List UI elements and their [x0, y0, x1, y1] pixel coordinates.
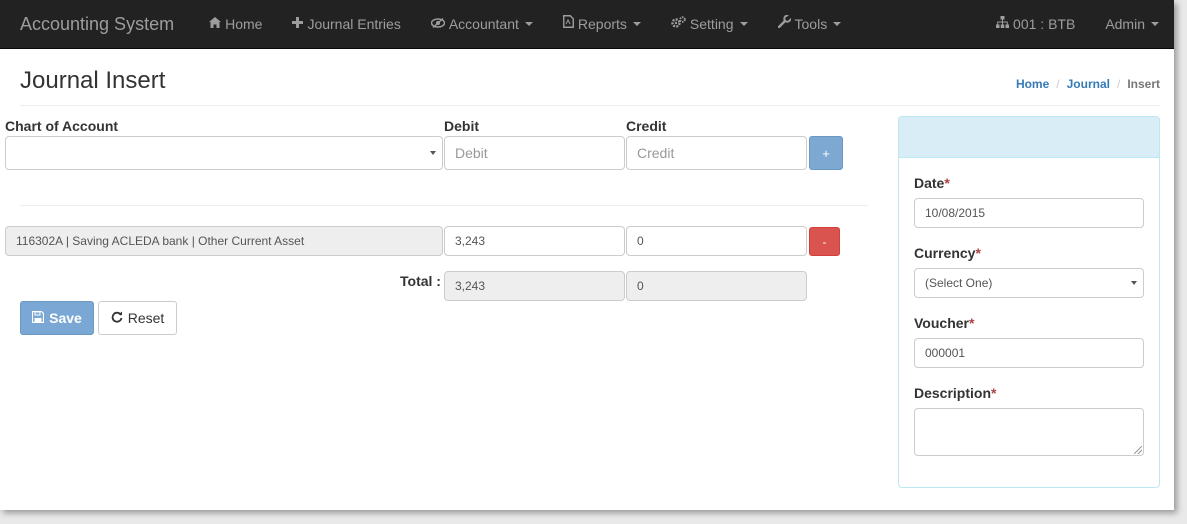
refresh-icon [111, 310, 123, 326]
entry-account-field: 116302A | Saving ACLEDA bank | Other Cur… [5, 226, 443, 256]
nav-setting-label: Setting [689, 15, 734, 32]
caret-down-icon [1151, 22, 1159, 26]
nav-journal-entries[interactable]: Journal Entries [277, 0, 415, 49]
currency-select[interactable]: (Select One) [914, 268, 1144, 298]
credit-label: Credit [626, 118, 667, 134]
entry-credit-field[interactable]: 0 [626, 226, 807, 256]
app-window: Accounting System Home Journal Entries A… [0, 0, 1174, 510]
breadcrumb-current: Insert [1127, 77, 1160, 91]
nav-accountant[interactable]: Accountant [416, 0, 548, 49]
home-icon [209, 0, 222, 49]
entry-debit-field[interactable]: 3,243 [444, 226, 625, 256]
wrench-icon [777, 0, 792, 49]
nav-branch-label: 001 : BTB [1013, 15, 1076, 32]
nav-reports-label: Reports [577, 15, 627, 32]
form-divider [20, 205, 868, 206]
debit-input[interactable]: Debit [444, 136, 625, 170]
nav-accountant-label: Accountant [448, 15, 519, 32]
nav-home-label: Home [225, 15, 263, 32]
debit-label: Debit [444, 118, 479, 134]
credit-input[interactable]: Credit [626, 136, 807, 170]
description-label: Description* [914, 385, 997, 401]
credit-placeholder: Credit [637, 145, 675, 161]
description-textarea[interactable] [914, 408, 1144, 456]
required-mark: * [968, 315, 975, 331]
breadcrumb-home[interactable]: Home [1016, 77, 1049, 91]
caret-down-icon [524, 22, 533, 26]
nav-reports[interactable]: Reports [548, 0, 656, 49]
total-credit-field: 0 [626, 271, 807, 301]
resize-handle-icon[interactable] [1134, 446, 1142, 454]
save-button-label: Save [49, 310, 82, 326]
nav-user-label: Admin [1105, 15, 1145, 32]
plus-icon [292, 0, 304, 49]
remove-entry-button[interactable]: - [809, 227, 840, 256]
required-mark: * [975, 245, 981, 261]
nav-branch[interactable]: 001 : BTB [981, 0, 1090, 49]
debit-placeholder: Debit [455, 145, 488, 161]
brand-title[interactable]: Accounting System [0, 0, 194, 49]
currency-label: Currency* [914, 245, 981, 261]
floppy-disk-icon [32, 310, 45, 326]
breadcrumb: Home / Journal / Insert [1015, 77, 1160, 91]
currency-select-value: (Select One) [925, 276, 993, 290]
caret-down-icon [632, 22, 641, 26]
date-input[interactable]: 10/08/2015 [914, 198, 1144, 228]
account-label: Chart of Account [5, 118, 119, 134]
nav-user-menu[interactable]: Admin [1090, 0, 1174, 49]
page-title: Journal Insert [20, 67, 166, 94]
nav-tools-label: Tools [794, 15, 828, 32]
total-label: Total : [400, 273, 441, 289]
caret-down-icon [739, 22, 748, 26]
sitemap-icon [996, 0, 1010, 49]
header-divider [20, 105, 1160, 106]
voucher-label: Voucher* [914, 315, 975, 331]
date-label: Date* [914, 175, 950, 191]
total-debit-field: 3,243 [444, 271, 625, 301]
add-entry-button[interactable]: + [809, 136, 843, 170]
panel-heading [899, 117, 1159, 158]
required-mark: * [991, 385, 997, 401]
caret-down-icon [833, 22, 842, 26]
breadcrumb-journal[interactable]: Journal [1067, 77, 1110, 91]
top-navbar: Accounting System Home Journal Entries A… [0, 0, 1174, 49]
chevron-down-icon [1131, 281, 1137, 285]
eye-slash-icon [430, 0, 446, 49]
reset-button-label: Reset [127, 310, 165, 326]
pdf-file-icon [562, 0, 574, 49]
required-mark: * [944, 175, 950, 191]
nav-home[interactable]: Home [194, 0, 277, 49]
reset-button[interactable]: Reset [98, 301, 177, 335]
nav-setting[interactable]: Setting [656, 0, 763, 49]
account-select[interactable] [5, 136, 443, 170]
voucher-input[interactable]: 000001 [914, 338, 1144, 368]
cogs-icon [671, 0, 686, 49]
nav-tools[interactable]: Tools [763, 0, 857, 49]
nav-journal-entries-label: Journal Entries [307, 15, 401, 32]
save-button[interactable]: Save [20, 301, 94, 335]
chevron-down-icon [430, 151, 436, 155]
